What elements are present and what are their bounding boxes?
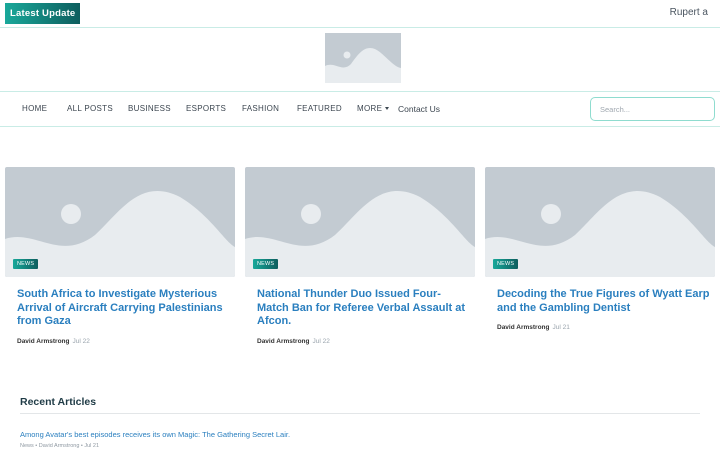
main-nav: HOME ALL POSTS BUSINESS ESPORTS FASHION …: [0, 91, 720, 127]
category-badge[interactable]: NEWS: [253, 259, 279, 269]
article-meta: David Armstrong Jul 21: [497, 324, 570, 331]
site-logo[interactable]: [325, 33, 401, 83]
article-card[interactable]: NEWS National Thunder Duo Issued Four-Ma…: [245, 167, 475, 345]
article-image[interactable]: NEWS: [245, 167, 475, 277]
image-placeholder-icon: [485, 191, 715, 277]
recent-article-title[interactable]: Among Avatar's best episodes receives it…: [20, 430, 290, 439]
article-card[interactable]: NEWS Decoding the True Figures of Wyatt …: [485, 167, 715, 331]
article-author[interactable]: David Armstrong: [17, 338, 70, 345]
nav-item-more[interactable]: MORE: [357, 104, 390, 113]
nav-item-all-posts[interactable]: ALL POSTS: [67, 104, 113, 113]
article-card[interactable]: NEWS South Africa to Investigate Mysteri…: [5, 167, 235, 345]
nav-item-home[interactable]: HOME: [22, 104, 47, 113]
nav-item-fashion[interactable]: FASHION: [242, 104, 279, 113]
article-image[interactable]: NEWS: [485, 167, 715, 277]
top-bar: Latest Update Rupert a: [0, 0, 720, 28]
nav-more-label: MORE: [357, 104, 383, 113]
article-date: Jul 22: [312, 338, 330, 345]
image-placeholder-icon: [325, 48, 401, 83]
category-badge[interactable]: NEWS: [493, 259, 519, 269]
recent-article-meta: News • David Armstrong • Jul 21: [20, 443, 100, 449]
article-date: Jul 22: [72, 338, 90, 345]
article-meta: David Armstrong Jul 22: [17, 338, 90, 345]
image-placeholder-icon: [245, 191, 475, 277]
image-placeholder-icon: [5, 191, 235, 277]
article-title[interactable]: Decoding the True Figures of Wyatt Earp …: [497, 288, 711, 315]
article-author[interactable]: David Armstrong: [497, 324, 550, 331]
divider: [20, 413, 700, 414]
article-meta: David Armstrong Jul 22: [257, 338, 330, 345]
search-input[interactable]: [590, 97, 715, 121]
latest-update-button[interactable]: Latest Update: [5, 3, 81, 24]
nav-item-esports[interactable]: ESPORTS: [186, 104, 226, 113]
article-title[interactable]: South Africa to Investigate Mysterious A…: [17, 288, 231, 329]
article-date: Jul 21: [552, 324, 570, 331]
article-title[interactable]: National Thunder Duo Issued Four-Match B…: [257, 288, 471, 329]
nav-item-contact[interactable]: Contact Us: [398, 104, 440, 114]
chevron-down-icon: [385, 107, 390, 110]
category-badge[interactable]: NEWS: [13, 259, 39, 269]
nav-item-featured[interactable]: FEATURED: [297, 104, 342, 113]
recent-articles-heading: Recent Articles: [20, 396, 97, 408]
article-image[interactable]: NEWS: [5, 167, 235, 277]
nav-item-business[interactable]: BUSINESS: [128, 104, 171, 113]
user-account-link[interactable]: Rupert a: [670, 7, 708, 18]
article-author[interactable]: David Armstrong: [257, 338, 310, 345]
